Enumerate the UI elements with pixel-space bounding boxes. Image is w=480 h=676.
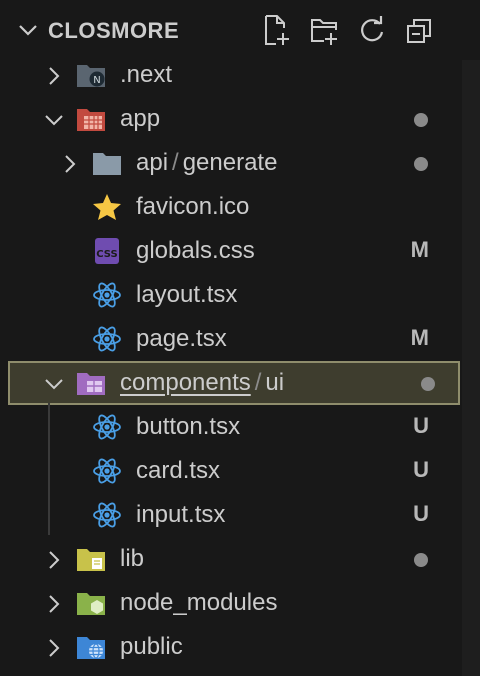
tree-row-app[interactable]: app (0, 97, 462, 141)
star-icon (92, 193, 122, 221)
next-folder-icon: N (76, 61, 106, 89)
tree-item-label: app (120, 105, 160, 133)
react-icon (92, 413, 122, 441)
chevron-right-icon[interactable] (44, 549, 64, 569)
tree-item-label: favicon.ico (136, 193, 249, 221)
tree-item-name: card.tsx (136, 457, 221, 484)
tree-item-subfolder: generate (182, 149, 278, 176)
tree-item-name: app (120, 105, 161, 132)
new-file-icon[interactable] (262, 14, 290, 46)
tree-item-name: lib (120, 545, 145, 572)
svg-text:N: N (93, 75, 100, 86)
react-icon (92, 501, 122, 529)
tree-item-name: button.tsx (136, 413, 241, 440)
chevron-right-icon[interactable] (44, 65, 64, 85)
path-separator: / (172, 149, 179, 176)
tree-row-layout-tsx[interactable]: layout.tsx (0, 273, 462, 317)
chevron-right-icon[interactable] (44, 637, 64, 657)
tree-row-api[interactable]: api / generate (0, 141, 462, 185)
tree-row-page-tsx[interactable]: page.tsx M (0, 317, 462, 361)
lib-folder-icon (76, 545, 106, 573)
tree-item-label: components / ui (120, 369, 284, 397)
git-status-badge: U (413, 501, 429, 526)
section-actions (262, 14, 434, 46)
tree-item-label: public (120, 633, 183, 661)
modified-dot (421, 377, 435, 391)
react-icon (92, 281, 122, 309)
path-separator: / (254, 369, 262, 396)
tree-item-label: lib (120, 545, 144, 573)
tree-item-label: input.tsx (136, 501, 225, 529)
tree-row-public[interactable]: public (0, 625, 462, 669)
app-folder-icon (76, 105, 106, 133)
tree-item-label: api / generate (136, 149, 277, 177)
tree-item-label: layout.tsx (136, 281, 237, 309)
tree-item-label: button.tsx (136, 413, 240, 441)
scrollbar[interactable] (462, 60, 480, 676)
explorer-panel: CLOSMORE N .next app api / generate favi… (0, 0, 480, 676)
section-title: CLOSMORE (48, 18, 180, 43)
tree-item-name: node_modules (120, 589, 278, 616)
chevron-right-icon[interactable] (60, 153, 80, 173)
css-icon: CSS (92, 237, 122, 265)
tree-row-input-tsx[interactable]: input.tsx U (0, 493, 462, 537)
tree-item-label: .next (120, 61, 172, 89)
tree-row-node-modules[interactable]: node_modules (0, 581, 462, 625)
git-status-badge: M (410, 237, 429, 262)
modified-dot (414, 113, 428, 127)
explorer-section-header[interactable]: CLOSMORE (0, 8, 480, 52)
tree-row-globals-css[interactable]: CSS globals.css M (0, 229, 462, 273)
file-tree: N .next app api / generate favicon.ico CSS globa… (0, 53, 462, 669)
git-status-badge: U (413, 413, 429, 438)
indent-guide (48, 403, 50, 535)
chevron-down-icon[interactable] (44, 373, 64, 393)
collapse-all-icon[interactable] (406, 14, 434, 46)
node-modules-folder-icon (76, 589, 106, 617)
tree-row-button-tsx[interactable]: button.tsx U (0, 405, 462, 449)
refresh-icon[interactable] (358, 14, 386, 46)
folder-icon (92, 149, 122, 177)
tree-row-components[interactable]: components / ui (8, 361, 460, 405)
tree-item-name: public (120, 633, 183, 660)
react-icon (92, 457, 122, 485)
components-folder-icon (76, 369, 106, 397)
tree-item-name: globals.css (136, 237, 255, 264)
tree-item-name: api (136, 149, 169, 176)
git-status-badge: U (413, 457, 429, 482)
public-folder-icon (76, 633, 106, 661)
tree-row-next[interactable]: N .next (0, 53, 462, 97)
git-status-badge: M (410, 325, 429, 350)
tree-item-name: page.tsx (136, 325, 227, 352)
chevron-down-icon[interactable] (18, 22, 38, 38)
tree-item-label: card.tsx (136, 457, 220, 485)
tree-item-label: globals.css (136, 237, 255, 265)
tree-item-label: page.tsx (136, 325, 227, 353)
tree-item-label: node_modules (120, 589, 277, 617)
tree-item-name: layout.tsx (136, 281, 238, 308)
react-icon (92, 325, 122, 353)
tree-item-name: components (120, 369, 251, 396)
tree-item-name: input.tsx (136, 501, 226, 528)
new-folder-icon[interactable] (310, 14, 338, 46)
modified-dot (414, 157, 428, 171)
tree-row-card-tsx[interactable]: card.tsx U (0, 449, 462, 493)
chevron-right-icon[interactable] (44, 593, 64, 613)
tree-item-subfolder: ui (265, 369, 285, 396)
tree-item-name: favicon.ico (136, 193, 250, 220)
tree-row-lib[interactable]: lib (0, 537, 462, 581)
modified-dot (414, 553, 428, 567)
tree-row-favicon-ico[interactable]: favicon.ico (0, 185, 462, 229)
chevron-down-icon[interactable] (44, 109, 64, 129)
svg-text:CSS: CSS (96, 249, 117, 260)
tree-item-name: .next (120, 61, 173, 88)
